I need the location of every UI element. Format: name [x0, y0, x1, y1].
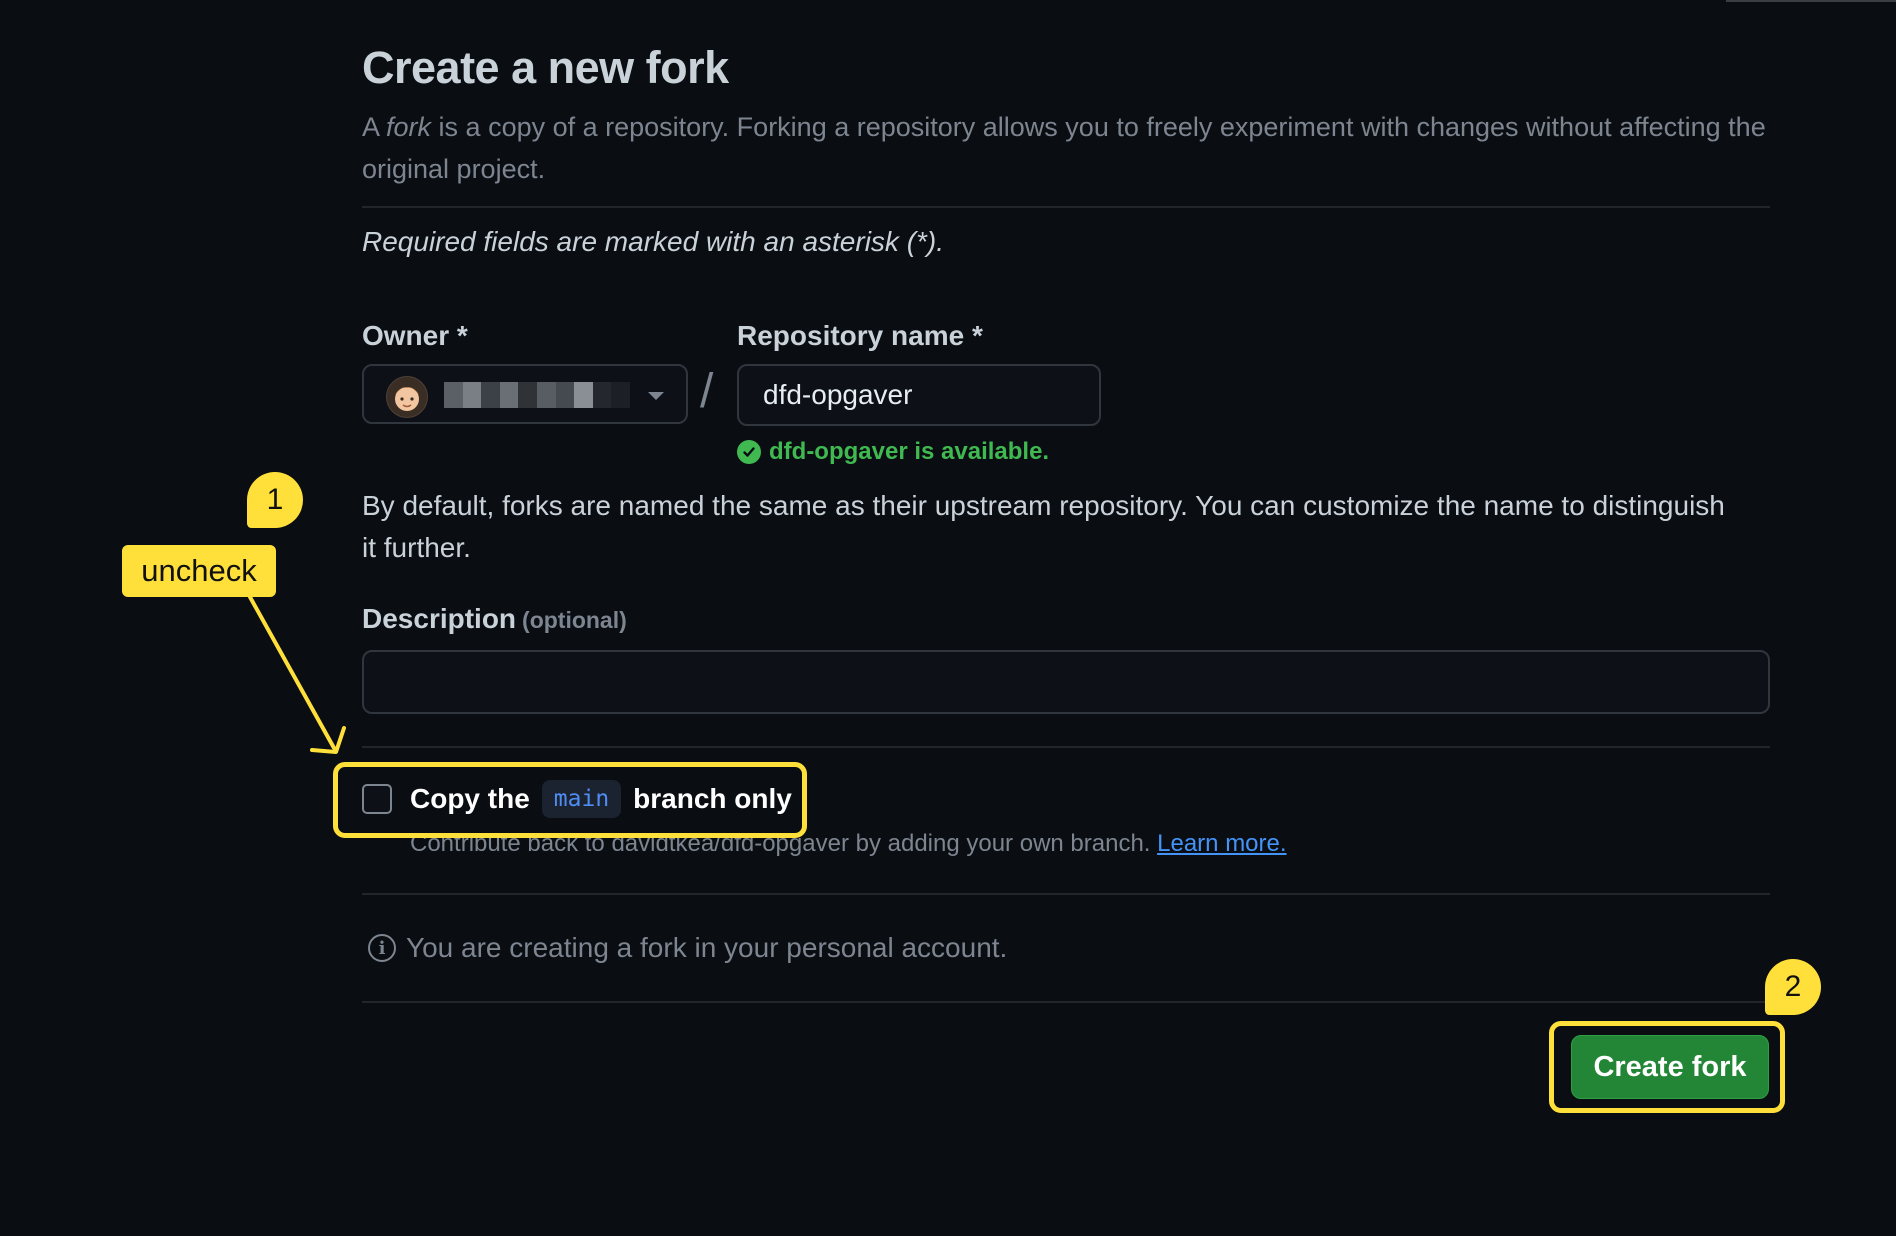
- repo-name-label: Repository name *: [737, 320, 983, 351]
- avatar: [386, 376, 428, 418]
- owner-label: Owner *: [362, 320, 468, 351]
- divider: [362, 1001, 1770, 1003]
- owner-name-redacted: [444, 382, 630, 408]
- check-circle-icon: [737, 440, 761, 464]
- optional-tag: (optional): [522, 607, 627, 633]
- learn-more-link[interactable]: Learn more.: [1157, 830, 1286, 857]
- page-title: Create a new fork: [362, 42, 729, 93]
- personal-account-note: i You are creating a fork in your person…: [368, 932, 1007, 964]
- top-edge-line: [1726, 0, 1896, 2]
- owner-select[interactable]: [362, 364, 688, 424]
- divider: [362, 206, 1770, 208]
- divider: [362, 746, 1770, 748]
- fork-page: Create a new fork A fork is a copy of a …: [0, 0, 1896, 1236]
- page-subtitle: A fork is a copy of a repository. Forkin…: [362, 112, 1766, 184]
- step-2-bubble: 2: [1765, 959, 1821, 1015]
- availability-text: dfd-opgaver is available.: [769, 438, 1050, 465]
- naming-info: By default, forks are named the same as …: [362, 490, 1725, 563]
- availability-message: dfd-opgaver is available.: [737, 438, 1049, 466]
- uncheck-callout: uncheck: [122, 545, 276, 597]
- info-icon: i: [368, 934, 396, 962]
- step-1-bubble: 1: [247, 472, 303, 528]
- chevron-down-icon: [648, 392, 664, 400]
- highlight-box-checkbox: [333, 762, 807, 838]
- divider: [362, 893, 1770, 895]
- owner-repo-separator: /: [700, 365, 714, 418]
- description-input[interactable]: [362, 650, 1770, 714]
- repository-name-input[interactable]: [737, 364, 1101, 426]
- fork-emphasis: fork: [386, 112, 432, 142]
- description-label: Description (optional): [362, 603, 627, 634]
- highlight-box-create-fork: [1549, 1021, 1785, 1113]
- required-note: Required fields are marked with an aster…: [362, 226, 945, 257]
